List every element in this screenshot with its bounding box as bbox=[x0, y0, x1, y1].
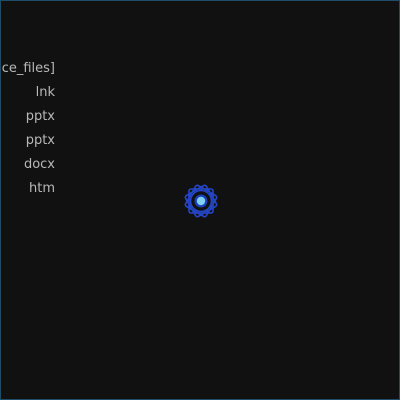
file-extension: ce_files] bbox=[1, 61, 55, 76]
file-extension: pptx bbox=[25, 133, 55, 148]
file-list-item[interactable]: pptx bbox=[1, 105, 55, 129]
file-list-item[interactable]: lnk bbox=[1, 81, 55, 105]
file-list: ce_files] lnk pptx pptx docx e htm bbox=[1, 57, 55, 201]
spinner-core bbox=[196, 196, 206, 206]
file-extension: docx bbox=[23, 157, 55, 172]
file-list-item[interactable]: ce_files] bbox=[1, 57, 55, 81]
file-list-item[interactable]: docx bbox=[1, 153, 55, 177]
file-extension: lnk bbox=[35, 85, 55, 100]
loading-spinner-icon bbox=[184, 184, 218, 218]
file-extension: htm bbox=[29, 181, 55, 196]
file-list-item[interactable]: pptx bbox=[1, 129, 55, 153]
file-extension: pptx bbox=[25, 109, 55, 124]
file-list-item[interactable]: e htm bbox=[1, 177, 55, 201]
explorer-window: ce_files] lnk pptx pptx docx e htm bbox=[0, 0, 400, 400]
file-name: e bbox=[0, 180, 1, 198]
